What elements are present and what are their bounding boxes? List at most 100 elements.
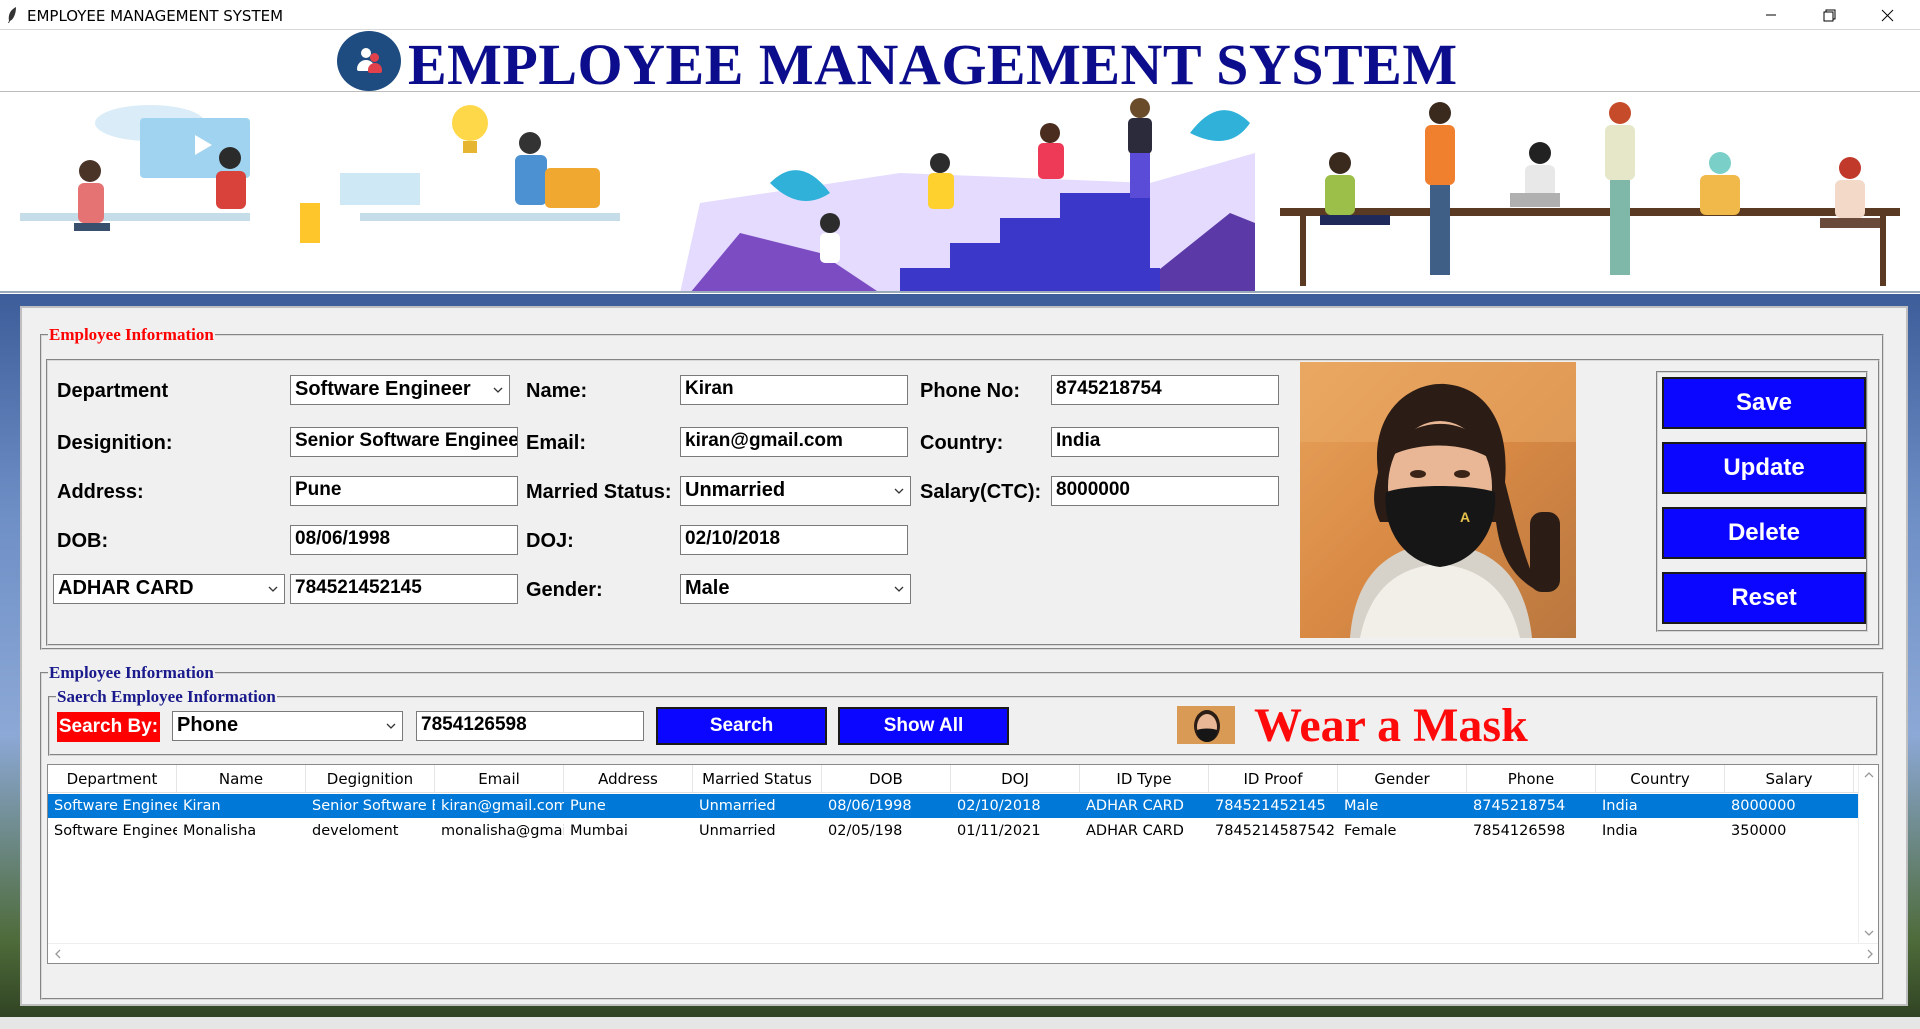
- chevron-down-icon: [493, 387, 503, 393]
- table-cell: Male: [1344, 798, 1379, 814]
- show-all-button[interactable]: Show All: [838, 707, 1009, 745]
- gender-label: Gender:: [526, 579, 603, 601]
- table-cell: 02/05/198: [828, 823, 903, 839]
- email-label: Email:: [526, 432, 587, 454]
- table-cell: Monalisha: [183, 823, 257, 839]
- name-input[interactable]: Kiran: [680, 375, 908, 405]
- table-cell: India: [1602, 798, 1638, 814]
- column-header[interactable]: ID Proof: [1209, 765, 1338, 792]
- table-cell: Software Engineer: [54, 798, 177, 814]
- address-input[interactable]: Pune: [290, 476, 518, 506]
- gender-combobox[interactable]: Male: [680, 574, 911, 604]
- chevron-left-icon: [55, 949, 61, 959]
- header-banner-image: [0, 93, 1920, 293]
- action-button-panel: Save Update Delete Reset: [1656, 371, 1868, 632]
- people-icon: [337, 31, 401, 91]
- vertical-scrollbar[interactable]: [1858, 765, 1878, 943]
- column-header[interactable]: Email: [435, 765, 564, 792]
- employee-table[interactable]: Department Name Degignition Email Address Mar…: [47, 764, 1879, 964]
- column-header[interactable]: Department: [48, 765, 177, 792]
- designation-label: Designition:: [57, 432, 173, 454]
- chevron-down-icon: [268, 586, 278, 592]
- column-header[interactable]: Salary: [1725, 765, 1854, 792]
- table-cell: Senior Software Er: [312, 798, 435, 814]
- minimize-button[interactable]: [1742, 0, 1800, 30]
- table-cell: Software Engineer: [54, 823, 177, 839]
- column-header[interactable]: Address: [564, 765, 693, 792]
- reset-button[interactable]: Reset: [1662, 572, 1866, 624]
- close-button[interactable]: [1858, 0, 1916, 30]
- column-header[interactable]: Degignition: [306, 765, 435, 792]
- restore-button[interactable]: [1800, 0, 1858, 30]
- employee-list-legend: Employee Information: [48, 663, 215, 683]
- table-cell: 7854126598: [1473, 823, 1566, 839]
- close-icon: [1881, 9, 1893, 21]
- window-titlebar: EMPLOYEE MANAGEMENT SYSTEM: [0, 0, 1920, 30]
- delete-button[interactable]: Delete: [1662, 507, 1866, 559]
- table-cell: kiran@gmail.com: [441, 798, 564, 814]
- table-cell: 8745218754: [1473, 798, 1566, 814]
- feather-icon: [8, 7, 16, 23]
- column-header[interactable]: Phone: [1467, 765, 1596, 792]
- table-row[interactable]: Software Engineer Kiran Senior Software Er…: [48, 794, 1858, 818]
- table-cell: India: [1602, 823, 1638, 839]
- column-header[interactable]: Married Status: [693, 765, 822, 792]
- table-cell: monalisha@gmail: [441, 823, 564, 839]
- table-cell: Female: [1344, 823, 1397, 839]
- table-row[interactable]: Software Engineer Monalisha develoment mona…: [48, 819, 1858, 843]
- search-field-combobox[interactable]: Phone: [172, 711, 403, 741]
- married-status-combobox[interactable]: Unmarried: [680, 476, 911, 506]
- phone-input[interactable]: 8745218754: [1051, 375, 1279, 405]
- table-cell: Unmarried: [699, 823, 776, 839]
- search-legend: Saerch Employee Information: [56, 687, 277, 707]
- minimize-icon: [1766, 14, 1776, 16]
- employee-info-legend: Employee Information: [48, 325, 215, 345]
- doj-input[interactable]: 02/10/2018: [680, 525, 908, 555]
- column-header[interactable]: DOJ: [951, 765, 1080, 792]
- restore-icon: [1823, 9, 1835, 21]
- column-header[interactable]: Name: [177, 765, 306, 792]
- table-cell: 08/06/1998: [828, 798, 912, 814]
- salary-input[interactable]: 8000000: [1051, 476, 1279, 506]
- app-title: EMPLOYEE MANAGEMENT SYSTEM: [408, 32, 1458, 97]
- table-cell: Mumbai: [570, 823, 628, 839]
- department-combobox[interactable]: Software Engineer: [290, 375, 510, 405]
- search-button[interactable]: Search: [656, 707, 827, 745]
- update-button[interactable]: Update: [1662, 442, 1866, 494]
- salary-label: Salary(CTC):: [920, 481, 1042, 503]
- designation-input[interactable]: Senior Software Engineer: [290, 427, 518, 457]
- table-cell: 7845214587542: [1215, 823, 1335, 839]
- chevron-down-icon: [386, 723, 396, 729]
- id-type-combobox[interactable]: ADHAR CARD: [53, 574, 285, 604]
- column-header[interactable]: Gender: [1338, 765, 1467, 792]
- mask-woman-image: [1177, 706, 1235, 744]
- column-header[interactable]: DOB: [822, 765, 951, 792]
- table-cell: develoment: [312, 823, 399, 839]
- chevron-down-icon: [894, 586, 904, 592]
- table-cell: ADHAR CARD: [1086, 798, 1184, 814]
- id-number-input[interactable]: 784521452145: [290, 574, 518, 604]
- window-bottom-strip: [0, 1017, 1920, 1029]
- phone-label: Phone No:: [920, 380, 1020, 402]
- country-input[interactable]: India: [1051, 427, 1279, 457]
- column-header[interactable]: Country: [1596, 765, 1725, 792]
- table-cell: 784521452145: [1215, 798, 1326, 814]
- department-label: Department: [57, 380, 169, 402]
- save-button[interactable]: Save: [1662, 377, 1866, 429]
- table-cell: Unmarried: [699, 798, 776, 814]
- horizontal-scrollbar[interactable]: [48, 943, 1878, 963]
- country-label: Country:: [920, 432, 1004, 454]
- table-cell: ADHAR CARD: [1086, 823, 1184, 839]
- chevron-right-icon: [1867, 949, 1873, 959]
- table-cell: 8000000: [1731, 798, 1796, 814]
- table-cell: 01/11/2021: [957, 823, 1041, 839]
- table-cell: 350000: [1731, 823, 1787, 839]
- email-input[interactable]: kiran@gmail.com: [680, 427, 908, 457]
- dob-input[interactable]: 08/06/1998: [290, 525, 518, 555]
- svg-text:A: A: [1460, 509, 1470, 525]
- address-label: Address:: [57, 481, 144, 503]
- chevron-up-icon: [1864, 772, 1874, 778]
- column-header[interactable]: ID Type: [1080, 765, 1209, 792]
- name-label: Name:: [526, 380, 588, 402]
- search-input[interactable]: 7854126598: [416, 711, 644, 741]
